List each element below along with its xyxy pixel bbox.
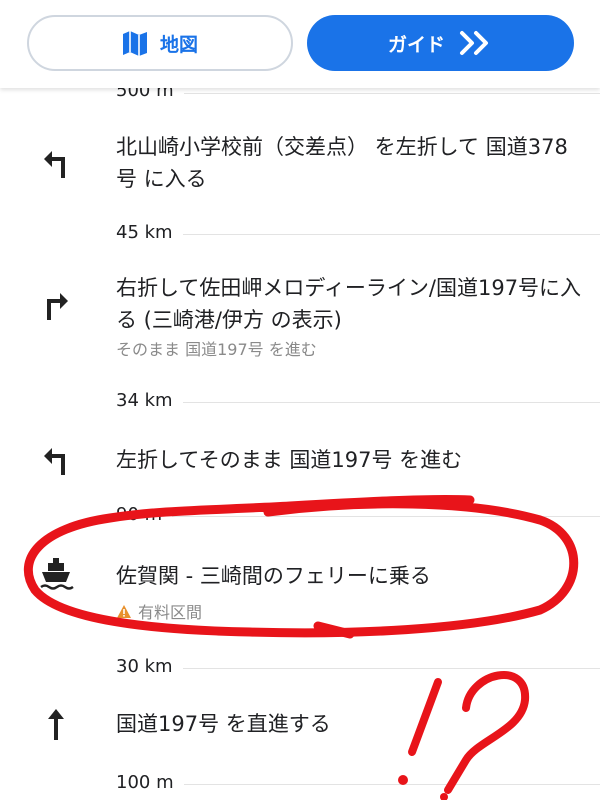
turn-right-icon [38,287,74,323]
turn-left-icon [38,442,74,478]
divider [116,402,600,403]
ferry-icon [38,556,74,592]
warning-icon [116,604,132,623]
step-distance: 90 m [116,504,173,525]
step-instruction[interactable]: 北山崎小学校前（交差点） を左折して 国道378号 に入る [116,131,584,195]
step-distance: 34 km [116,390,183,411]
map-button[interactable]: 地図 [27,15,293,71]
hand-drawn-annotation [23,494,579,800]
step-instruction[interactable]: 右折して佐田岬メロディーライン/国道197号に入る (三崎港/伊方 の表示) [116,272,584,336]
step-distance: 30 km [116,656,183,677]
step-instruction[interactable]: 左折してそのまま 国道197号 を進む [116,444,584,476]
divider [116,234,600,235]
turn-left-icon [38,145,74,181]
divider [116,93,600,94]
toll-text: 有料区間 [138,603,203,622]
toll-section-label: 有料区間 [116,599,202,623]
guide-button[interactable]: ガイド [307,15,574,71]
guide-button-label: ガイド [387,33,445,56]
step-subtext: そのまま 国道197号 を進む [116,340,317,359]
divider [116,516,600,517]
straight-icon [38,706,74,742]
divider [116,668,600,669]
step-instruction[interactable]: 佐賀関 - 三崎間のフェリーに乗る [116,560,584,592]
divider [116,784,600,785]
map-button-label: 地図 [159,33,198,56]
step-distance: 45 km [116,222,183,243]
step-distance: 100 m [116,772,184,793]
step-instruction[interactable]: 国道197号 を直進する [116,708,584,740]
map-icon [122,29,148,57]
double-chevron-right-icon [459,30,493,56]
header-bar: 地図 ガイド [0,0,600,88]
